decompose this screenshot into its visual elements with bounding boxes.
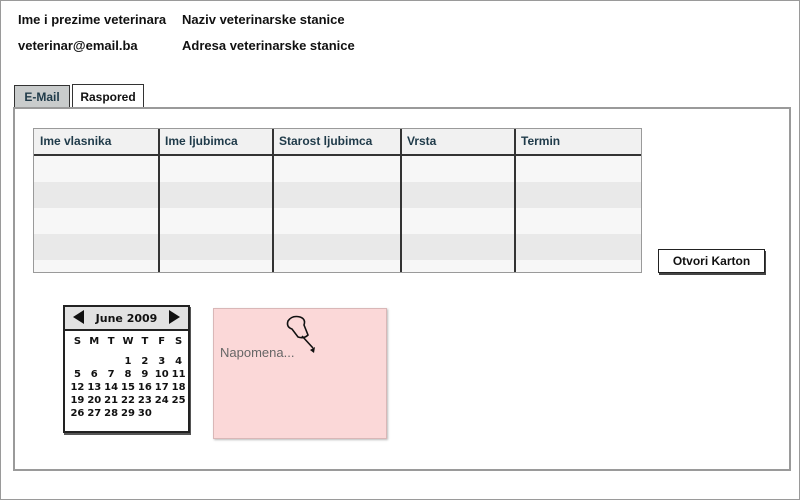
table-row[interactable] xyxy=(34,156,641,182)
triangle-left-icon[interactable] xyxy=(73,310,84,324)
open-record-button[interactable]: Otvori Karton xyxy=(658,249,765,273)
calendar-month-label: June 2009 xyxy=(95,311,158,325)
column-header-appointment[interactable]: Termin xyxy=(515,129,641,154)
calendar-day[interactable]: 14 xyxy=(103,382,120,394)
calendar-day[interactable]: 12 xyxy=(69,382,86,394)
calendar-day[interactable]: 3 xyxy=(153,356,170,368)
calendar-day[interactable]: 19 xyxy=(69,395,86,407)
table-row[interactable] xyxy=(34,260,641,272)
weekday-label: S xyxy=(73,336,82,347)
column-header-pet-age[interactable]: Starost ljubimca xyxy=(273,129,401,154)
vet-name: Ime i prezime veterinara xyxy=(18,12,167,27)
calendar-day[interactable]: 26 xyxy=(69,408,86,420)
calendar-day[interactable]: 13 xyxy=(86,382,103,394)
calendar-day[interactable]: 5 xyxy=(69,369,86,381)
calendar-day[interactable]: 23 xyxy=(136,395,153,407)
station-address: Adresa veterinarske stanice xyxy=(182,38,355,53)
calendar: June 2009 S M T W T F S 1 2 3 4 5 6 7 8 … xyxy=(63,305,190,433)
weekday-label: T xyxy=(107,336,115,347)
calendar-day[interactable]: 4 xyxy=(170,356,187,368)
calendar-day[interactable]: 1 xyxy=(120,356,137,368)
calendar-day[interactable]: 6 xyxy=(86,369,103,381)
column-header-pet-name[interactable]: Ime ljubimca xyxy=(159,129,273,154)
calendar-day[interactable] xyxy=(103,356,120,368)
station-name: Naziv veterinarske stanice xyxy=(182,12,345,27)
calendar-day[interactable]: 11 xyxy=(170,369,187,381)
calendar-day[interactable] xyxy=(86,356,103,368)
weekday-label: S xyxy=(174,336,183,347)
calendar-day[interactable]: 20 xyxy=(86,395,103,407)
weekday-label: F xyxy=(158,336,166,347)
calendar-day[interactable]: 27 xyxy=(86,408,103,420)
calendar-day[interactable]: 21 xyxy=(103,395,120,407)
table-row[interactable] xyxy=(34,208,641,234)
calendar-day[interactable]: 17 xyxy=(153,382,170,394)
weekday-label: W xyxy=(122,336,134,347)
column-divider xyxy=(400,129,402,272)
weekday-label: M xyxy=(89,336,100,347)
calendar-day[interactable]: 8 xyxy=(120,369,137,381)
column-divider xyxy=(158,129,160,272)
calendar-day[interactable]: 16 xyxy=(136,382,153,394)
column-header-species[interactable]: Vrsta xyxy=(401,129,515,154)
vet-email: veterinar@email.ba xyxy=(18,38,138,53)
table-header: Ime vlasnika Ime ljubimca Starost ljubim… xyxy=(34,129,641,156)
calendar-days: S M T W T F S 1 2 3 4 5 6 7 8 9 10 11 12… xyxy=(69,336,187,420)
column-divider xyxy=(272,129,274,272)
calendar-day[interactable] xyxy=(153,408,170,420)
calendar-day[interactable]: 22 xyxy=(120,395,137,407)
calendar-day[interactable]: 29 xyxy=(120,408,137,420)
calendar-day[interactable]: 25 xyxy=(170,395,187,407)
calendar-day[interactable]: 10 xyxy=(153,369,170,381)
calendar-day[interactable]: 28 xyxy=(103,408,120,420)
appointments-table: Ime vlasnika Ime ljubimca Starost ljubim… xyxy=(33,128,642,273)
tab-raspored[interactable]: Raspored xyxy=(72,84,144,108)
table-row[interactable] xyxy=(34,182,641,208)
table-row[interactable] xyxy=(34,234,641,260)
calendar-day[interactable] xyxy=(170,408,187,420)
calendar-day[interactable]: 2 xyxy=(136,356,153,368)
calendar-header: June 2009 xyxy=(65,307,188,331)
tab-email[interactable]: E-Mail xyxy=(14,85,70,107)
calendar-day[interactable] xyxy=(69,356,86,368)
calendar-day[interactable]: 30 xyxy=(136,408,153,420)
calendar-day[interactable]: 18 xyxy=(170,382,187,394)
weekday-label: T xyxy=(141,336,149,347)
calendar-day[interactable]: 9 xyxy=(136,369,153,381)
column-divider xyxy=(514,129,516,272)
column-header-owner[interactable]: Ime vlasnika xyxy=(34,129,159,154)
calendar-day[interactable]: 7 xyxy=(103,369,120,381)
triangle-right-icon[interactable] xyxy=(169,310,180,324)
note-placeholder: Napomena... xyxy=(220,345,295,360)
sticky-note[interactable]: Napomena... xyxy=(213,308,387,439)
calendar-day[interactable]: 15 xyxy=(120,382,137,394)
calendar-day[interactable]: 24 xyxy=(153,395,170,407)
